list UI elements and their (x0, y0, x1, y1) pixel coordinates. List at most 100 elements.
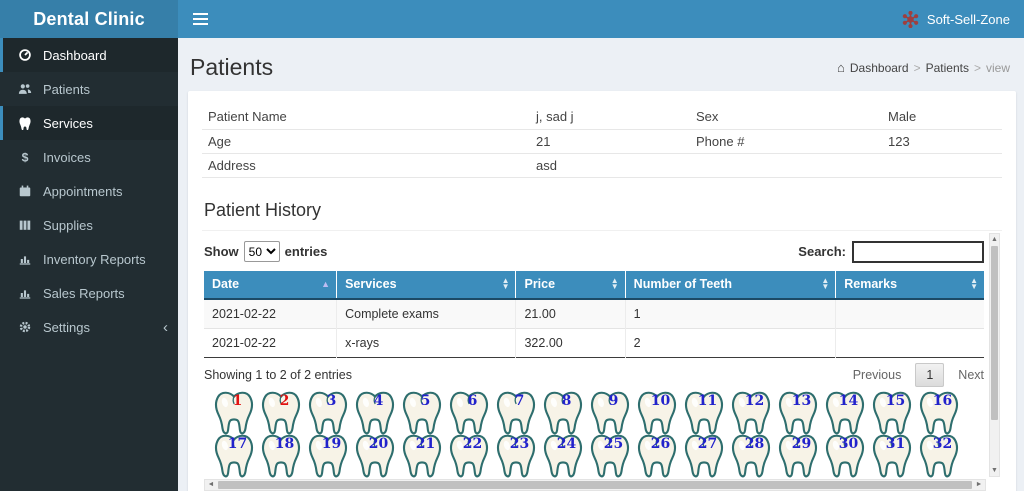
scroll-down-arrow-icon[interactable]: ▼ (990, 465, 999, 476)
search-input[interactable] (852, 240, 984, 263)
navbar-brand[interactable]: Soft-Sell-Zone (902, 10, 1024, 28)
tooth-number: 25 (603, 435, 624, 452)
tooth-number: 31 (885, 435, 906, 452)
sidebar-item-label: Invoices (43, 149, 91, 165)
main-area: Soft-Sell-Zone Patients ⌂ Dashboard > Pa… (178, 0, 1024, 491)
patient-info-row: Age 21 Phone #123 (202, 129, 1002, 154)
tooth-number: 10 (650, 392, 671, 409)
tooth-5[interactable]: 5 (400, 390, 444, 436)
breadcrumb-dashboard[interactable]: Dashboard (850, 61, 909, 75)
tooth-18[interactable]: 18 (259, 433, 303, 479)
scroll-right-arrow-icon[interactable]: ► (973, 481, 985, 488)
tooth-10[interactable]: 10 (635, 390, 679, 436)
vertical-scrollbar[interactable]: ▲ ▼ (989, 232, 1000, 477)
tooth-29[interactable]: 29 (776, 433, 820, 479)
column-header-number-of-teeth[interactable]: Number of Teeth ▲ ▼ (625, 270, 837, 300)
patient-history-title: Patient History (202, 200, 1002, 231)
vertical-scroll-thumb[interactable] (991, 245, 998, 420)
tooth-6[interactable]: 6 (447, 390, 491, 436)
tooth-number: 21 (415, 435, 436, 452)
sort-both-icon[interactable]: ▲ ▼ (970, 277, 978, 291)
patient-history-table: Date ▲ Services ▲ ▼ Price ▲ ▼ Number of Teeth ▲ ▼ R… (204, 270, 984, 358)
horizontal-scrollbar[interactable]: ◄ ► (204, 478, 986, 491)
patient-info-row: Address asd (202, 153, 1002, 178)
tooth-32[interactable]: 32 (917, 433, 961, 479)
tooth-21[interactable]: 21 (400, 433, 444, 479)
sidebar-item-patients[interactable]: Patients (0, 72, 178, 106)
page-length-select[interactable]: 50 (243, 241, 280, 262)
tooth-9[interactable]: 9 (588, 390, 632, 436)
previous-page-button[interactable]: Previous (853, 368, 902, 382)
tooth-13[interactable]: 13 (776, 390, 820, 436)
sidebar-item-sales-reports[interactable]: Sales Reports (0, 276, 178, 310)
tooth-17[interactable]: 17 (212, 433, 256, 479)
sort-ascending-icon[interactable]: ▲ (321, 280, 330, 289)
tooth-19[interactable]: 19 (306, 433, 350, 479)
sort-both-icon[interactable]: ▲ ▼ (502, 277, 510, 291)
scroll-left-arrow-icon[interactable]: ◄ (205, 481, 217, 488)
tooth-23[interactable]: 23 (494, 433, 538, 479)
calendar-icon (15, 183, 35, 199)
column-label: Price (524, 277, 556, 291)
sidebar-item-supplies[interactable]: Supplies (0, 208, 178, 242)
dollar-icon (15, 149, 35, 165)
tooth-16[interactable]: 16 (917, 390, 961, 436)
tooth-1[interactable]: 1 (212, 390, 256, 436)
sidebar-item-label: Patients (43, 81, 90, 97)
patient-field-value: 21 (530, 129, 690, 154)
tooth-20[interactable]: 20 (353, 433, 397, 479)
sidebar-item-appointments[interactable]: Appointments (0, 174, 178, 208)
tooth-14[interactable]: 14 (823, 390, 867, 436)
history-cell (836, 328, 984, 357)
sort-both-icon[interactable]: ▲ ▼ (821, 277, 829, 291)
history-cell: 2021-02-22 (204, 298, 338, 328)
tooth-number: 6 (467, 392, 478, 409)
tooth-22[interactable]: 22 (447, 433, 491, 479)
scroll-up-arrow-icon[interactable]: ▲ (990, 234, 999, 245)
sidebar-item-services[interactable]: Services (0, 106, 178, 140)
tooth-12[interactable]: 12 (729, 390, 773, 436)
tooth-number: 23 (509, 435, 530, 452)
sidebar-item-label: Settings (43, 319, 90, 335)
tooth-24[interactable]: 24 (541, 433, 585, 479)
horizontal-scroll-thumb[interactable] (218, 480, 972, 489)
sidebar-item-settings[interactable]: Settings ‹ (0, 310, 178, 344)
tooth-number: 30 (838, 435, 859, 452)
tooth-26[interactable]: 26 (635, 433, 679, 479)
tooth-15[interactable]: 15 (870, 390, 914, 436)
sidebar-item-invoices[interactable]: Invoices (0, 140, 178, 174)
sort-both-icon[interactable]: ▲ ▼ (611, 277, 619, 291)
tooth-4[interactable]: 4 (353, 390, 397, 436)
app-logo[interactable]: Dental Clinic (0, 0, 178, 38)
page-length-control: Show 50 entries (204, 241, 327, 262)
history-cell: 2021-02-22 (204, 328, 338, 357)
page-button-1[interactable]: 1 (915, 362, 945, 387)
tooth-11[interactable]: 11 (682, 390, 726, 436)
column-header-services[interactable]: Services ▲ ▼ (336, 270, 517, 300)
patient-field-value: Male (882, 105, 1002, 130)
tooth-number: 19 (321, 435, 342, 452)
history-cell: Complete exams (336, 298, 517, 328)
column-header-remarks[interactable]: Remarks ▲ ▼ (835, 270, 984, 300)
tooth-number: 2 (279, 392, 290, 409)
sidebar-toggle-icon[interactable] (178, 0, 222, 38)
sidebar-item-inventory-reports[interactable]: Inventory Reports (0, 242, 178, 276)
tooth-3[interactable]: 3 (306, 390, 350, 436)
sidebar-item-dashboard[interactable]: Dashboard (0, 38, 178, 72)
tooth-27[interactable]: 27 (682, 433, 726, 479)
history-row[interactable]: 2021-02-22 Complete exams 21.00 1 (204, 298, 984, 328)
tooth-25[interactable]: 25 (588, 433, 632, 479)
column-header-price[interactable]: Price ▲ ▼ (515, 270, 626, 300)
column-header-date[interactable]: Date ▲ (204, 270, 338, 300)
breadcrumb-patients[interactable]: Patients (926, 61, 969, 75)
next-page-button[interactable]: Next (958, 368, 984, 382)
history-row[interactable]: 2021-02-22 x-rays 322.00 2 (204, 328, 984, 357)
tooth-31[interactable]: 31 (870, 433, 914, 479)
tooth-28[interactable]: 28 (729, 433, 773, 479)
tooth-30[interactable]: 30 (823, 433, 867, 479)
tooth-2[interactable]: 2 (259, 390, 303, 436)
breadcrumb-separator: > (913, 60, 921, 75)
tooth-7[interactable]: 7 (494, 390, 538, 436)
tooth-8[interactable]: 8 (541, 390, 585, 436)
patient-field-value (882, 153, 1002, 178)
